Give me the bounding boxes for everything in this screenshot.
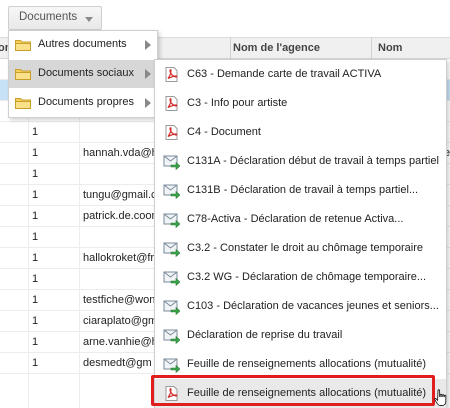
submenu-item[interactable]: C103 - Déclaration de vacances jeunes et… [155, 292, 446, 321]
column-separator [230, 38, 231, 60]
email-arrow-icon [163, 213, 180, 228]
email-arrow-icon [163, 155, 180, 170]
table-cell: 1 [32, 189, 39, 201]
table-cell: 1 [32, 315, 39, 327]
submenu-item-label: Déclaration de reprise du travail [187, 329, 343, 341]
table-cell: 1 [32, 126, 39, 138]
submenu-item-label: C131A - Déclaration début de travail à t… [187, 155, 439, 167]
submenu-item-label: C63 - Demande carte de travail ACTIVA [187, 68, 382, 80]
menu-item-documents-propres[interactable]: Documents propres [9, 89, 157, 117]
submenu-item-label: C3.2 - Constater le droit au chômage tem… [187, 242, 424, 254]
submenu-item[interactable]: C78-Activa - Déclaration de retenue Acti… [155, 205, 446, 234]
submenu-item[interactable]: C63 - Demande carte de travail ACTIVA [155, 60, 446, 89]
table-cell: 1 [32, 357, 39, 369]
table-cell: 1 [32, 168, 39, 180]
menu-item-label: Documents propres [38, 96, 134, 108]
submenu-item-label: C4 - Document [187, 126, 261, 138]
table-cell: arne.vanhie@h [83, 336, 158, 348]
submenu-item-label: Feuille de renseignements allocations (m… [187, 358, 427, 370]
column-header-agence[interactable]: Nom de l'agence [233, 42, 320, 54]
submenu-item[interactable]: C131A - Déclaration début de travail à t… [155, 147, 446, 176]
caret-down-icon [85, 17, 93, 22]
chevron-right-icon [145, 40, 151, 50]
chevron-right-icon [145, 69, 151, 79]
menu-item-autres-documents[interactable]: Autres documents [9, 31, 157, 59]
pdf-icon [165, 96, 178, 111]
submenu-item-label: C3 - Info pour artiste [187, 97, 288, 109]
column-header-nom[interactable]: Nom [378, 42, 402, 54]
table-cell: 1 [32, 147, 39, 159]
submenu-item[interactable]: C3.2 - Constater le droit au chômage tem… [155, 234, 446, 263]
table-cell: 1 [32, 273, 39, 285]
submenu-item[interactable]: Déclaration de reprise du travail [155, 321, 446, 350]
chevron-right-icon [145, 98, 151, 108]
submenu-item[interactable]: C4 - Document [155, 118, 446, 147]
email-arrow-icon [163, 271, 180, 286]
table-cell: hannah.vda@h [83, 147, 158, 159]
menu-item-label: Autres documents [38, 38, 127, 50]
table-cell: 1 [32, 336, 39, 348]
table-cell: 1 [32, 252, 39, 264]
table-cell: 1 [32, 231, 39, 243]
table-cell: hallokroket@fr [83, 252, 155, 264]
column-separator [371, 38, 372, 60]
documents-sociaux-submenu: C63 - Demande carte de travail ACTIVA C3 … [154, 59, 447, 408]
email-arrow-icon [163, 358, 180, 373]
table-cell: tungu@gmail.c [83, 189, 157, 201]
folder-icon [15, 98, 31, 109]
folder-icon [15, 69, 31, 80]
table-cell: desmedt@gm [83, 357, 152, 369]
email-arrow-icon [163, 300, 180, 315]
submenu-item-label: C3.2 WG - Déclaration de chômage tempora… [187, 271, 427, 283]
documents-button-label: Documents [19, 11, 78, 23]
table-cell: 1 [32, 294, 39, 306]
submenu-item-label: C103 - Déclaration de vacances jeunes et… [187, 300, 439, 312]
submenu-item[interactable]: C131B - Déclaration de travail à temps p… [155, 176, 446, 205]
pdf-icon [165, 67, 178, 82]
menu-item-label: Documents sociaux [38, 67, 134, 79]
folder-icon [15, 40, 31, 51]
email-arrow-icon [163, 242, 180, 257]
submenu-item-label: C78-Activa - Déclaration de retenue Acti… [187, 213, 404, 225]
submenu-item[interactable]: C3.2 WG - Déclaration de chômage tempora… [155, 263, 446, 292]
email-arrow-icon [163, 184, 180, 199]
table-cell: testfiche@won [83, 294, 156, 306]
table-cell: ciaraplato@gm [83, 315, 158, 327]
email-arrow-icon [163, 329, 180, 344]
hand-cursor-icon [434, 389, 447, 406]
documents-dropdown-menu: Autres documents Documents sociaux Docum… [8, 30, 158, 118]
documents-menu-button[interactable]: Documents [8, 6, 102, 30]
table-cell: 1 [32, 210, 39, 222]
submenu-item[interactable]: C3 - Info pour artiste [155, 89, 446, 118]
table-cell: patrick.de.coon [83, 210, 158, 222]
submenu-item-label: C131B - Déclaration de travail à temps p… [187, 184, 419, 196]
highlight-annotation [151, 375, 435, 406]
pdf-icon [165, 125, 178, 140]
menu-item-documents-sociaux[interactable]: Documents sociaux [9, 60, 157, 88]
